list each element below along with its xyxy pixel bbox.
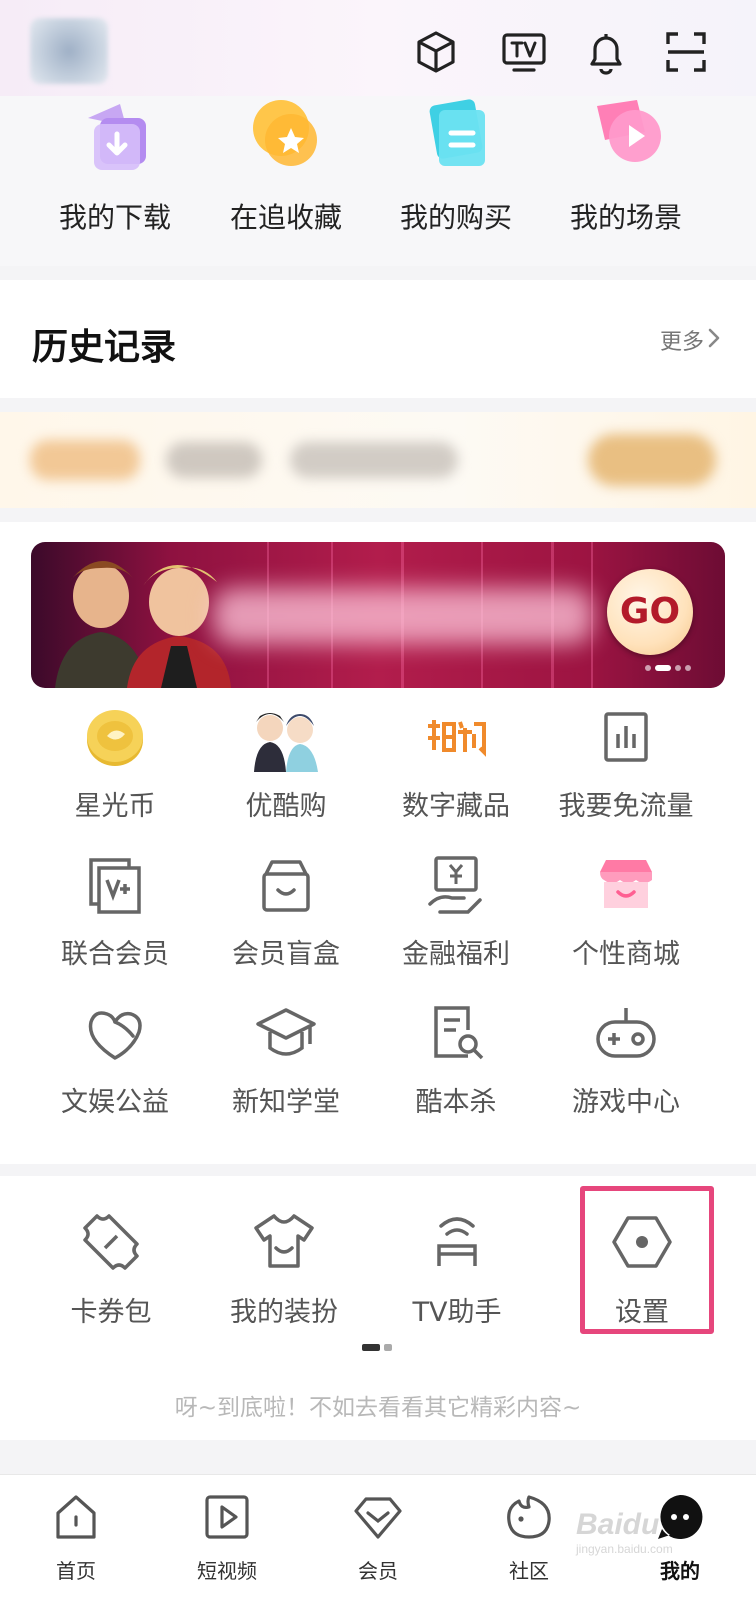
service-label: 酷本杀 <box>415 1087 497 1118</box>
promo-blur-3 <box>290 442 458 478</box>
store-icon <box>592 852 660 920</box>
tshirt-icon <box>250 1208 318 1276</box>
service-label: 星光币 <box>74 791 156 822</box>
chevron-right-icon[interactable] <box>706 326 722 350</box>
quick-item-label: 我的购买 <box>399 201 512 234</box>
banner-go-button[interactable]: GO <box>607 569 693 655</box>
service-free-data[interactable]: 我要免流量 <box>536 704 716 834</box>
tab-short-video[interactable]: 短视频 <box>167 1475 287 1601</box>
service-digital-collectible[interactable]: 数字藏品 <box>366 704 546 834</box>
service-label: 个性商城 <box>572 939 680 970</box>
quick-item-purchase[interactable]: 我的购买 <box>366 96 546 266</box>
service-label: 优酷购 <box>245 791 327 822</box>
tv-icon[interactable] <box>500 28 548 76</box>
top-bar <box>0 0 756 100</box>
service-game-center[interactable]: 游戏中心 <box>536 1000 716 1130</box>
tab-member[interactable]: 会员 <box>318 1475 438 1601</box>
service-label: 新知学堂 <box>232 1087 340 1118</box>
graduation-cap-icon <box>252 1000 320 1068</box>
member-diamond-icon <box>352 1491 404 1543</box>
service-label: 联合会员 <box>61 939 169 970</box>
service-academy[interactable]: 新知学堂 <box>196 1000 376 1130</box>
service-joint-member[interactable]: 联合会员 <box>25 852 205 982</box>
tab-label: 首页 <box>56 1559 96 1583</box>
tab-label: 短视频 <box>197 1559 257 1583</box>
quick-item-scene[interactable]: 我的场景 <box>536 96 716 266</box>
tools-pagination <box>362 1336 396 1355</box>
quick-actions: 我的下载 在追收藏 我的购买 我的场景 <box>0 96 756 266</box>
history-more-link[interactable]: 更多 <box>660 324 704 356</box>
promo-blur-button <box>588 434 716 486</box>
home-icon <box>50 1491 102 1543</box>
short-video-icon <box>201 1491 253 1543</box>
baidu-watermark: Baidu jingyan.baidu.com <box>576 1508 673 1556</box>
promo-strip[interactable] <box>0 412 756 508</box>
tool-ticket-wallet[interactable]: 卡券包 <box>21 1208 201 1338</box>
free-data-icon <box>592 704 660 772</box>
service-charity[interactable]: 文娱公益 <box>25 1000 205 1130</box>
digital-collectible-icon <box>422 704 490 772</box>
tab-label: 我的 <box>660 1559 700 1583</box>
quick-item-label: 我的场景 <box>569 201 682 234</box>
scan-icon[interactable] <box>662 28 710 76</box>
service-label: 数字藏品 <box>402 791 510 822</box>
blind-box-icon <box>252 852 320 920</box>
cube-icon[interactable] <box>412 28 460 76</box>
purchase-icon <box>411 96 501 186</box>
star-icon <box>241 96 331 186</box>
banner-blurred-text <box>213 588 593 644</box>
finance-icon <box>422 852 490 920</box>
end-of-page-hint: 呀~到底啦！不如去看看其它精彩内容~ <box>174 1395 582 1421</box>
service-finance[interactable]: 金融福利 <box>366 852 546 982</box>
tool-tv-assistant[interactable]: TV助手 <box>367 1208 547 1338</box>
star-coin-icon <box>81 704 149 772</box>
download-icon <box>70 96 160 186</box>
service-store[interactable]: 个性商城 <box>536 852 716 982</box>
quick-item-favorites[interactable]: 在追收藏 <box>196 96 376 266</box>
service-label: 会员盲盒 <box>232 939 340 970</box>
tool-outfit[interactable]: 我的装扮 <box>194 1208 374 1338</box>
service-youku-shop[interactable]: 优酷购 <box>196 704 376 834</box>
history-section: 历史记录 更多 <box>0 280 756 398</box>
tool-label: 我的装扮 <box>230 1297 338 1328</box>
tab-label: 社区 <box>509 1559 549 1583</box>
tool-label: TV助手 <box>412 1297 502 1328</box>
banner-pagination <box>645 656 695 675</box>
history-title: 历史记录 <box>32 327 177 368</box>
ticket-icon <box>77 1208 145 1276</box>
bell-icon[interactable] <box>582 28 630 76</box>
service-star-coin[interactable]: 星光币 <box>25 704 205 834</box>
charity-icon <box>81 1000 149 1068</box>
community-icon <box>503 1491 555 1543</box>
tab-home[interactable]: 首页 <box>16 1475 136 1601</box>
service-label: 金融福利 <box>402 939 510 970</box>
gamepad-icon <box>592 1000 660 1068</box>
quick-item-download[interactable]: 我的下载 <box>25 96 205 266</box>
promo-banner[interactable]: GO <box>31 542 725 688</box>
service-script-game[interactable]: 酷本杀 <box>366 1000 546 1130</box>
quick-item-label: 我的下载 <box>58 201 171 234</box>
avatar[interactable] <box>30 18 108 84</box>
joint-member-icon <box>81 852 149 920</box>
service-label: 游戏中心 <box>572 1087 680 1118</box>
youku-shop-icon <box>246 704 326 772</box>
tab-label: 会员 <box>358 1559 398 1583</box>
tool-label: 卡券包 <box>70 1297 152 1328</box>
service-label: 我要免流量 <box>558 791 694 822</box>
play-scene-icon <box>581 96 671 186</box>
promo-blur-1 <box>30 440 140 480</box>
settings-highlight-box <box>580 1186 714 1334</box>
quick-item-label: 在追收藏 <box>229 201 342 234</box>
service-blind-box[interactable]: 会员盲盒 <box>196 852 376 982</box>
service-label: 文娱公益 <box>61 1087 169 1118</box>
tab-community[interactable]: 社区 <box>469 1475 589 1601</box>
script-search-icon <box>422 1000 490 1068</box>
tv-assistant-icon <box>423 1208 491 1276</box>
promo-blur-2 <box>166 442 262 478</box>
